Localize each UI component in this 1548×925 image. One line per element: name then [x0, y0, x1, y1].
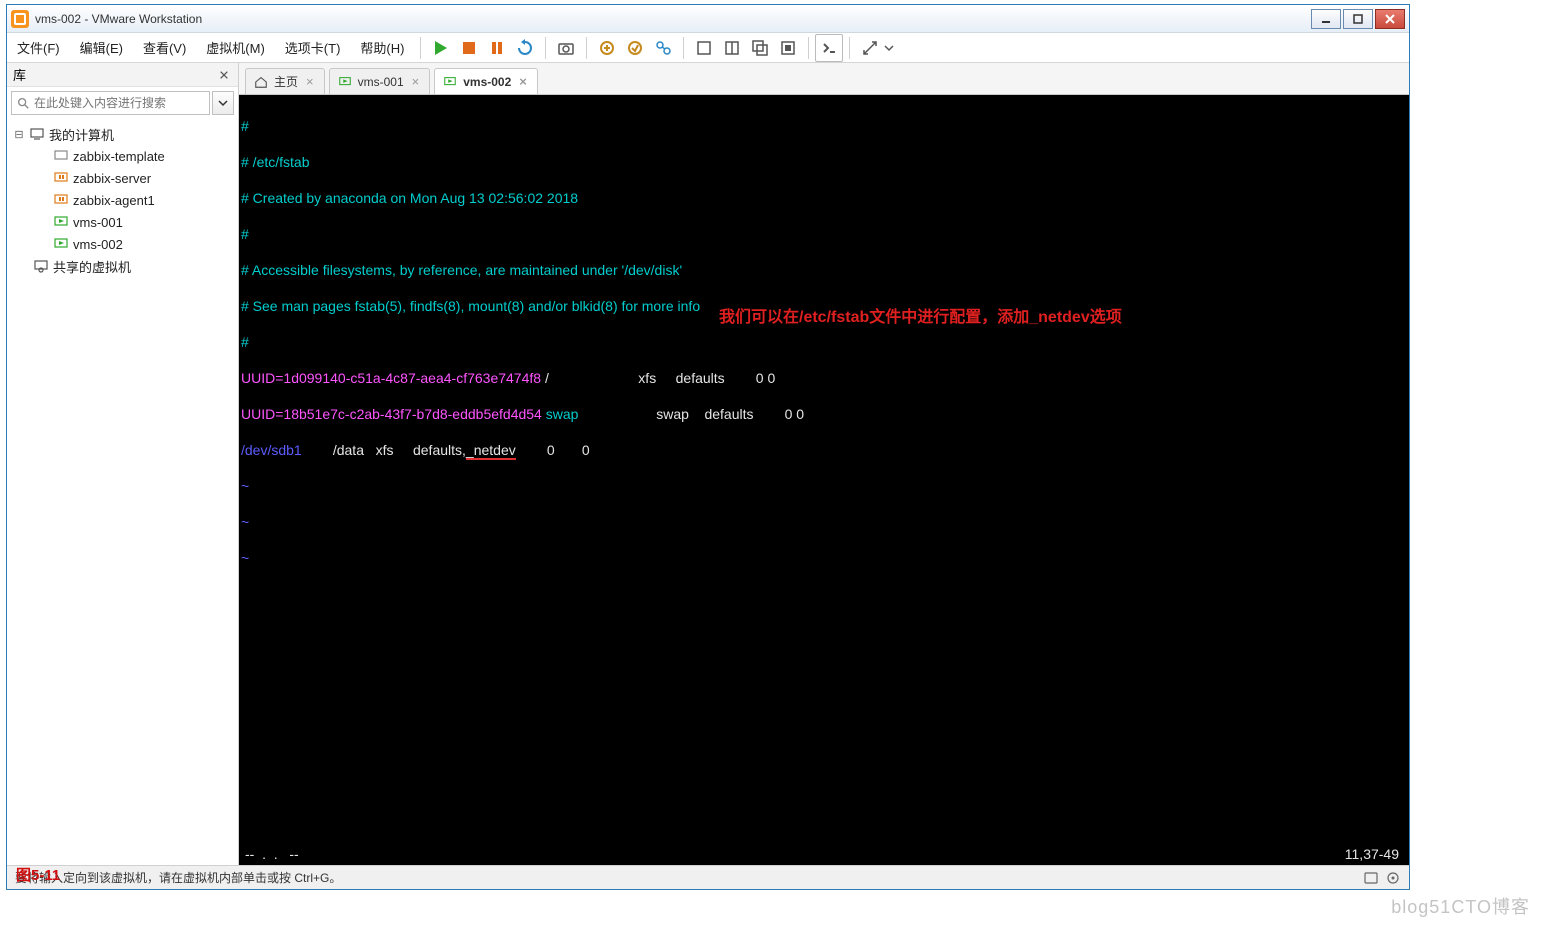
menu-file[interactable]: 文件(F) — [7, 34, 70, 61]
console-line: # — [241, 225, 1407, 243]
menu-view[interactable]: 查看(V) — [133, 34, 196, 61]
shared-icon — [33, 258, 49, 274]
tree-shared-vms[interactable]: 共享的虚拟机 — [9, 255, 236, 277]
snap-manage-icon[interactable] — [649, 34, 677, 62]
console-line: # Accessible filesystems, by reference, … — [241, 261, 1407, 279]
restart-button[interactable] — [511, 34, 539, 62]
vm-running-icon — [443, 75, 457, 89]
home-icon — [254, 75, 268, 89]
tab-home[interactable]: 主页 × — [245, 68, 325, 94]
menu-vm[interactable]: 虚拟机(M) — [196, 34, 275, 61]
view-unity-icon[interactable] — [746, 34, 774, 62]
console-tilde: ~ — [241, 549, 1407, 567]
menu-help[interactable]: 帮助(H) — [350, 34, 414, 61]
console-line: # Created by anaconda on Mon Aug 13 02:5… — [241, 189, 1407, 207]
library-tree: ⊟ 我的计算机 zabbix-template zabbix-server za… — [7, 119, 238, 865]
library-sidebar: 库 ⊟ 我的计算机 zabbix-template zabbix-server … — [7, 63, 239, 865]
vm-paused-icon — [53, 170, 69, 186]
tree-item-zabbix-agent1[interactable]: zabbix-agent1 — [9, 189, 236, 211]
console-icon[interactable] — [815, 34, 843, 62]
tree-item-vms-001[interactable]: vms-001 — [9, 211, 236, 233]
console-footer: -- . . -- 11,37-49 — [245, 845, 1399, 863]
monitor-icon — [29, 126, 45, 142]
vm-off-icon — [53, 148, 69, 164]
console-line: # — [241, 117, 1407, 135]
view-split-icon[interactable] — [718, 34, 746, 62]
collapse-icon[interactable]: ⊟ — [13, 128, 25, 141]
tree-item-vms-002[interactable]: vms-002 — [9, 233, 236, 255]
minimize-button[interactable] — [1311, 9, 1341, 29]
play-button[interactable] — [427, 34, 455, 62]
snap-revert-icon[interactable] — [621, 34, 649, 62]
tree-item-zabbix-server[interactable]: zabbix-server — [9, 167, 236, 189]
maximize-button[interactable] — [1343, 9, 1373, 29]
content-area: 库 ⊟ 我的计算机 zabbix-template zabbix-server … — [7, 63, 1409, 865]
status-text: 要将输入定向到该虚拟机，请在虚拟机内部单击或按 Ctrl+G。 — [15, 869, 341, 886]
vm-paused-icon — [53, 192, 69, 208]
window-buttons — [1311, 9, 1405, 29]
tree-root-label: 我的计算机 — [49, 125, 114, 144]
menu-edit[interactable]: 编辑(E) — [70, 34, 133, 61]
sidebar-title: 库 — [13, 65, 26, 84]
main-area: 主页 × vms-001 × vms-002 × # # /etc/fstab … — [239, 63, 1409, 865]
view-fullscreen-icon[interactable] — [774, 34, 802, 62]
menu-tabs[interactable]: 选项卡(T) — [275, 34, 351, 61]
stop-button[interactable] — [455, 34, 483, 62]
tab-vms-002[interactable]: vms-002 × — [434, 68, 538, 94]
titlebar: vms-002 - VMware Workstation — [7, 5, 1409, 33]
tree-my-computer[interactable]: ⊟ 我的计算机 — [9, 123, 236, 145]
annotation-text: 我们可以在/etc/fstab文件中进行配置，添加_netdev选项 — [719, 309, 1122, 327]
tab-close-icon[interactable]: × — [410, 74, 422, 89]
snapshot-button[interactable] — [552, 34, 580, 62]
tab-close-icon[interactable]: × — [304, 74, 316, 89]
console-line: /dev/sdb1 /data xfs defaults,_netdev 0 0 — [241, 441, 1407, 459]
sidebar-close-icon[interactable] — [216, 67, 232, 83]
vm-running-icon — [338, 75, 352, 89]
tabs-row: 主页 × vms-001 × vms-002 × — [239, 63, 1409, 95]
pause-button[interactable] — [483, 34, 511, 62]
console-tilde: ~ — [241, 477, 1407, 495]
vm-running-icon — [53, 236, 69, 252]
app-window: vms-002 - VMware Workstation 文件(F) 编辑(E)… — [6, 4, 1410, 890]
search-icon — [16, 96, 30, 110]
statusbar: 要将输入定向到该虚拟机，请在虚拟机内部单击或按 Ctrl+G。 — [7, 865, 1409, 889]
console-mode: -- . . -- — [245, 845, 303, 863]
console-position: 11,37-49 — [1345, 845, 1399, 863]
snap-take-icon[interactable] — [593, 34, 621, 62]
cd-icon — [1385, 870, 1401, 886]
view-single-icon[interactable] — [690, 34, 718, 62]
search-dropdown-button[interactable] — [212, 91, 234, 115]
search-row — [7, 87, 238, 119]
console-line: # /etc/fstab — [241, 153, 1407, 171]
menubar: 文件(F) 编辑(E) 查看(V) 虚拟机(M) 选项卡(T) 帮助(H) — [7, 33, 1409, 63]
tab-close-icon[interactable]: × — [517, 74, 529, 89]
vm-console[interactable]: # # /etc/fstab # Created by anaconda on … — [239, 95, 1409, 865]
tree-item-zabbix-template[interactable]: zabbix-template — [9, 145, 236, 167]
stretch-icon[interactable] — [856, 34, 884, 62]
disk-icon — [1363, 870, 1379, 886]
vm-running-icon — [53, 214, 69, 230]
console-line: UUID=18b51e7c-c2ab-43f7-b7d8-eddb5efd4d5… — [241, 405, 1407, 423]
console-tilde: ~ — [241, 513, 1407, 531]
tab-vms-001[interactable]: vms-001 × — [329, 68, 431, 94]
watermark: blog51CTO博客 — [1391, 893, 1530, 919]
console-line: UUID=1d099140-c51a-4c87-aea4-cf763e7474f… — [241, 369, 1407, 387]
figure-label: 图5-11 — [16, 864, 60, 885]
window-title: vms-002 - VMware Workstation — [35, 12, 1311, 26]
close-button[interactable] — [1375, 9, 1405, 29]
vmware-icon — [11, 10, 29, 28]
sidebar-header: 库 — [7, 63, 238, 87]
search-box[interactable] — [11, 91, 210, 115]
status-icons — [1363, 870, 1401, 886]
search-input[interactable] — [34, 96, 205, 110]
console-line: # — [241, 333, 1407, 351]
dropdown-arrow-icon[interactable] — [884, 43, 894, 53]
